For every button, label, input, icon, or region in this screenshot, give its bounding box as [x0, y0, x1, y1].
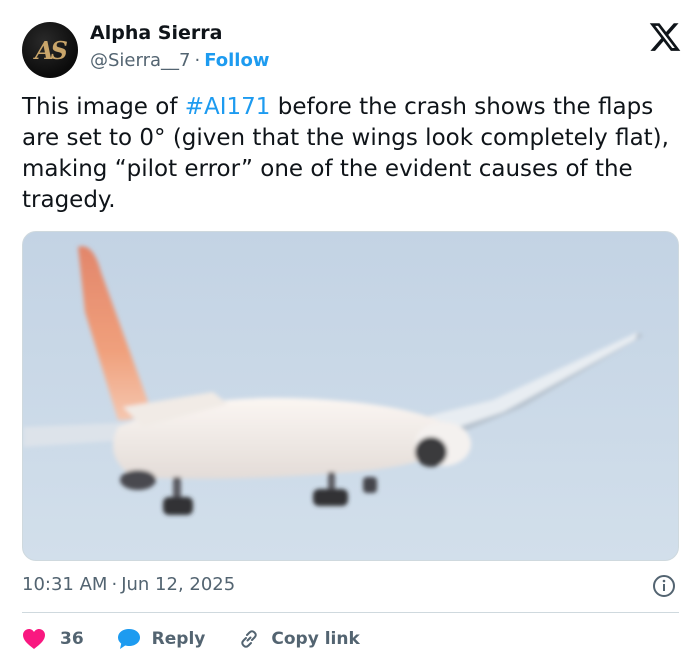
tweet-text-start: This image of: [22, 94, 185, 120]
tweet-time: 10:31 AM: [22, 574, 108, 595]
airplane-photo: [23, 232, 678, 560]
separator-dot: ·: [111, 574, 118, 595]
speech-bubble-icon: [117, 629, 140, 649]
separator-dot: ·: [194, 50, 201, 71]
tweet-text: This image of #AI171 before the crash sh…: [22, 92, 682, 216]
info-icon[interactable]: [652, 574, 676, 598]
x-logo-icon[interactable]: [648, 20, 682, 54]
heart-icon: [23, 629, 45, 649]
follow-button[interactable]: Follow: [204, 50, 269, 71]
avatar[interactable]: AS: [22, 22, 78, 78]
copy-link-label: Copy link: [271, 629, 360, 649]
tweet-actions: 36 Reply Copy link: [22, 624, 392, 654]
avatar-monogram: AS: [35, 35, 68, 65]
tweet-date: Jun 12, 2025: [121, 574, 236, 595]
like-count: 36: [60, 629, 84, 649]
hashtag-link[interactable]: #AI171: [185, 94, 271, 120]
link-icon: [241, 630, 258, 648]
author-name[interactable]: Alpha Sierra: [90, 22, 222, 44]
copy-link-button[interactable]: Copy link: [237, 627, 360, 651]
author-subline: @Sierra__7 · Follow: [90, 50, 269, 71]
reply-button[interactable]: Reply: [116, 627, 206, 651]
tweet-timestamp[interactable]: 10:31 AM · Jun 12, 2025: [22, 574, 235, 595]
divider: [22, 612, 679, 613]
tweet-media-image[interactable]: [22, 231, 679, 561]
tweet-header: AS Alpha Sierra @Sierra__7 · Follow: [22, 20, 682, 80]
author-handle[interactable]: @Sierra__7: [90, 50, 190, 71]
reply-label: Reply: [151, 629, 206, 649]
like-button[interactable]: 36: [22, 628, 84, 650]
